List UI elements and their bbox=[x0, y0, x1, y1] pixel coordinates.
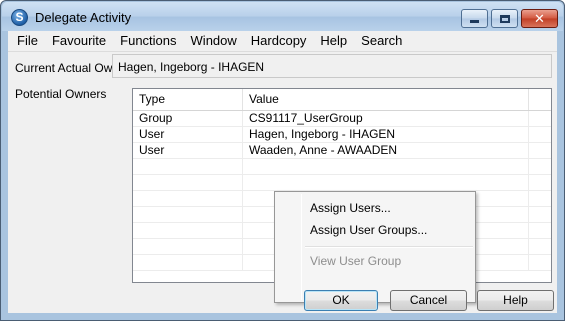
empty-cell bbox=[133, 223, 243, 239]
context-menu-separator bbox=[305, 246, 473, 248]
context-menu-assign-user-groups[interactable]: Assign User Groups... bbox=[277, 219, 473, 241]
column-header-filler bbox=[529, 89, 551, 110]
context-menu-view-user-group[interactable]: View User Group bbox=[277, 250, 473, 272]
dialog-client-area: File Favourite Functions Window Hardcopy… bbox=[8, 31, 557, 313]
empty-row bbox=[133, 159, 551, 175]
potential-owners-label: Potential Owners bbox=[15, 87, 107, 101]
menu-favourite[interactable]: Favourite bbox=[45, 31, 113, 51]
delegate-activity-window: S Delegate Activity ✕ File Favourite Fun… bbox=[0, 0, 565, 321]
empty-cell bbox=[133, 255, 243, 271]
menu-search[interactable]: Search bbox=[354, 31, 409, 51]
empty-cell bbox=[243, 159, 529, 175]
column-header-value[interactable]: Value bbox=[243, 89, 529, 110]
maximize-icon bbox=[499, 14, 510, 23]
cell-filler bbox=[529, 143, 551, 159]
menu-functions[interactable]: Functions bbox=[113, 31, 183, 51]
ok-button[interactable]: OK bbox=[304, 290, 378, 311]
window-title: Delegate Activity bbox=[35, 10, 132, 25]
menu-bar: File Favourite Functions Window Hardcopy… bbox=[8, 31, 557, 52]
context-menu: Assign Users... Assign User Groups... Vi… bbox=[274, 191, 476, 303]
empty-cell bbox=[133, 207, 243, 223]
cell-value: Waaden, Anne - AWAADEN bbox=[243, 143, 529, 159]
cell-value: CS91117_UserGroup bbox=[243, 111, 529, 127]
cell-value: Hagen, Ingeborg - IHAGEN bbox=[243, 127, 529, 143]
menu-window[interactable]: Window bbox=[184, 31, 244, 51]
cell-filler bbox=[529, 111, 551, 127]
minimize-button[interactable] bbox=[461, 9, 488, 28]
cell-filler bbox=[529, 127, 551, 143]
current-owner-field: Hagen, Ingeborg - IHAGEN bbox=[112, 54, 552, 78]
context-menu-assign-users[interactable]: Assign Users... bbox=[277, 197, 473, 219]
cancel-button[interactable]: Cancel bbox=[390, 290, 467, 311]
menu-help[interactable]: Help bbox=[313, 31, 354, 51]
empty-row bbox=[133, 175, 551, 191]
close-icon: ✕ bbox=[534, 11, 545, 26]
table-row[interactable]: User Hagen, Ingeborg - IHAGEN bbox=[133, 127, 551, 143]
title-bar[interactable]: S Delegate Activity ✕ bbox=[2, 2, 563, 31]
cell-type: User bbox=[133, 143, 243, 159]
grid-header: Type Value bbox=[133, 89, 551, 111]
table-row[interactable]: User Waaden, Anne - AWAADEN bbox=[133, 143, 551, 159]
menu-file[interactable]: File bbox=[10, 31, 45, 51]
empty-cell bbox=[133, 191, 243, 207]
table-row[interactable]: Group CS91117_UserGroup bbox=[133, 111, 551, 127]
cell-type: Group bbox=[133, 111, 243, 127]
empty-cell bbox=[133, 159, 243, 175]
empty-cell bbox=[133, 175, 243, 191]
help-button[interactable]: Help bbox=[477, 290, 554, 311]
empty-cell bbox=[243, 175, 529, 191]
app-logo-s-icon: S bbox=[11, 9, 28, 26]
close-button[interactable]: ✕ bbox=[521, 9, 558, 28]
cell-type: User bbox=[133, 127, 243, 143]
menu-hardcopy[interactable]: Hardcopy bbox=[244, 31, 314, 51]
column-header-type[interactable]: Type bbox=[133, 89, 243, 110]
minimize-icon bbox=[470, 20, 479, 23]
empty-cell bbox=[133, 239, 243, 255]
maximize-button[interactable] bbox=[491, 9, 518, 28]
